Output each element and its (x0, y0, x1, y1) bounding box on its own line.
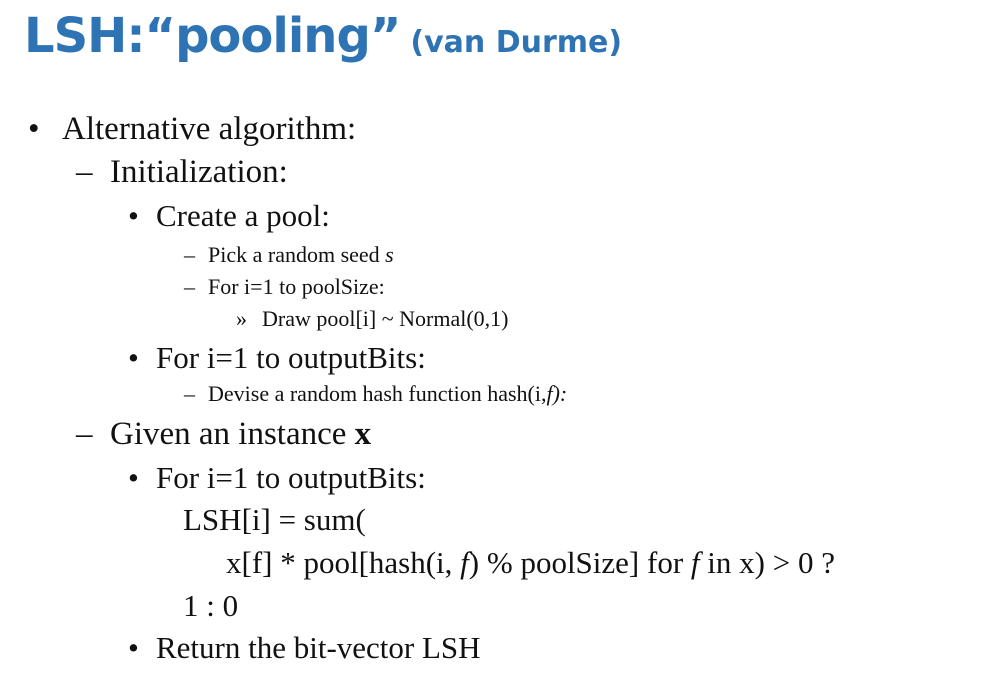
devise-hash-line: Devise a random hash function hash(i,f): (208, 383, 567, 405)
slide: LSH:“pooling” (van Durme) • Alternative a… (0, 0, 988, 676)
devise-hash-end: ): (552, 381, 568, 406)
code-line-2-part-b: ) % poolSize] for (468, 545, 691, 580)
initialization-text: Initialization: (110, 154, 288, 190)
code-f-variable: f (460, 545, 469, 580)
code-line-2-part-a: x[f] * pool[hash(i, (226, 545, 461, 580)
slide-title: LSH:“pooling” (van Durme) (24, 8, 622, 64)
code-line-3: 1 : 0 (183, 588, 239, 623)
return-line-text: Return the bit-vector LSH (156, 630, 481, 665)
dash-marker: – (184, 274, 195, 299)
bullet-marker: • (128, 460, 139, 495)
bullet-marker: • (128, 340, 139, 375)
for-output-bits-text: For i=1 to outputBits: (156, 340, 426, 375)
create-pool-text: Create a pool: (156, 198, 330, 233)
given-instance-line: Given an instance x (110, 418, 371, 451)
dash-marker: – (76, 416, 93, 452)
title-main: LSH:“pooling” (24, 8, 401, 64)
code-line-2: x[f] * pool[hash(i, f) % poolSize] for f… (226, 547, 835, 578)
title-attribution: (van Durme) (410, 25, 623, 60)
for-pool-size-text: For i=1 to poolSize: (208, 274, 385, 299)
raquo-marker: » (236, 306, 247, 331)
draw-pool-text: Draw pool[i] ~ Normal(0,1) (262, 306, 509, 331)
pick-seed-line: Pick a random seed s (208, 244, 394, 266)
given-instance-text: Given an instance (110, 416, 355, 452)
pick-seed-text: Pick a random seed (208, 242, 386, 267)
code-line-1: LSH[i] = sum( (183, 502, 366, 537)
devise-hash-text: Devise a random hash function hash(i, (208, 381, 547, 406)
dash-marker: – (76, 154, 93, 190)
for-output-bits-text: For i=1 to outputBits: (156, 460, 426, 495)
dash-marker: – (184, 242, 195, 267)
instance-variable: x (354, 416, 372, 452)
seed-variable: s (385, 242, 394, 267)
dash-marker: – (184, 381, 195, 406)
bullet-marker: • (128, 630, 139, 665)
alt-algorithm-text: Alternative algorithm: (62, 111, 357, 147)
bullet-marker: • (128, 198, 139, 233)
code-line-2-part-c: in x) > 0 ? (699, 545, 835, 580)
code-f-variable: f (690, 545, 700, 580)
bullet-marker: • (28, 111, 40, 147)
